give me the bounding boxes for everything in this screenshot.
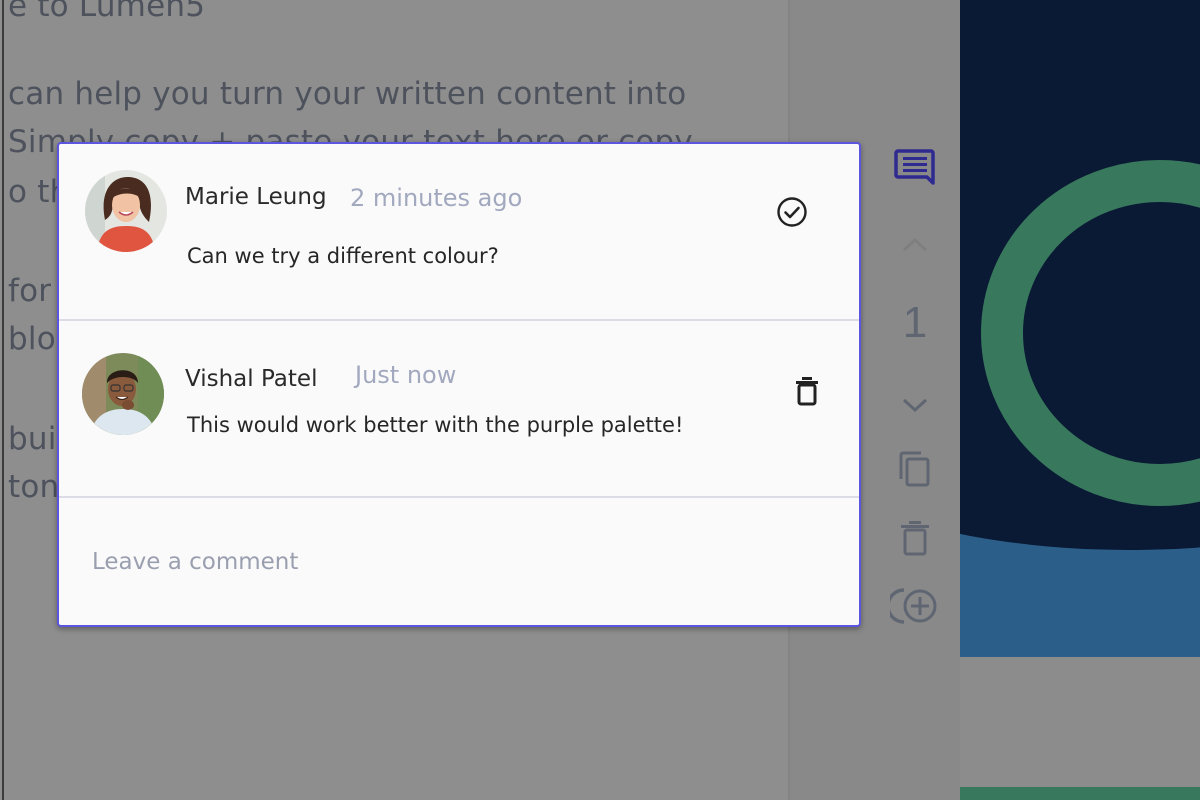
resolve-check-icon <box>777 197 807 227</box>
move-scene-up-button[interactable] <box>890 220 940 270</box>
slide-preview[interactable] <box>960 0 1200 657</box>
delete-scene-button[interactable] <box>890 513 940 563</box>
slide-graphic <box>960 0 1200 657</box>
chevron-down-icon <box>902 398 928 413</box>
add-scene-button[interactable] <box>890 581 940 631</box>
editor-gutter-line <box>2 0 4 800</box>
resolve-comment-button[interactable] <box>774 194 810 230</box>
editor-line: can help you turn your written content i… <box>8 76 687 112</box>
delete-trash-icon <box>796 377 818 406</box>
comment-icon <box>894 149 935 185</box>
editor-line: ton <box>8 469 60 505</box>
comment-item: Marie Leung 2 minutes ago Can we try a d… <box>59 144 859 321</box>
avatar <box>85 170 167 252</box>
scene-number: 1 <box>902 298 928 347</box>
comment-body: This would work better with the purple p… <box>187 413 684 437</box>
delete-comment-button[interactable] <box>789 373 825 409</box>
comment-timestamp: 2 minutes ago <box>350 184 523 212</box>
avatar-photo-marie <box>85 170 167 252</box>
avatar-photo-vishal <box>82 353 164 435</box>
duplicate-scene-button[interactable] <box>890 444 940 494</box>
duplicate-icon <box>899 451 930 487</box>
comment-input[interactable] <box>59 498 859 625</box>
comments-button[interactable] <box>890 142 940 192</box>
chevron-up-icon <box>902 237 928 252</box>
comment-item: Vishal Patel Just now This would work be… <box>59 321 859 498</box>
avatar <box>82 353 164 435</box>
editor-line: bui <box>8 421 57 457</box>
comment-body: Can we try a different colour? <box>187 244 499 268</box>
add-scene-icon <box>890 588 937 624</box>
editor-line: e to Lumen5 <box>8 0 206 24</box>
comment-author: Vishal Patel <box>185 366 318 392</box>
next-slide-preview[interactable] <box>960 787 1200 800</box>
comment-author: Marie Leung <box>185 184 327 210</box>
comment-timestamp: Just now <box>355 361 457 389</box>
comments-popover: Marie Leung 2 minutes ago Can we try a d… <box>57 142 861 627</box>
move-scene-down-button[interactable] <box>890 380 940 430</box>
trash-icon <box>901 521 929 556</box>
